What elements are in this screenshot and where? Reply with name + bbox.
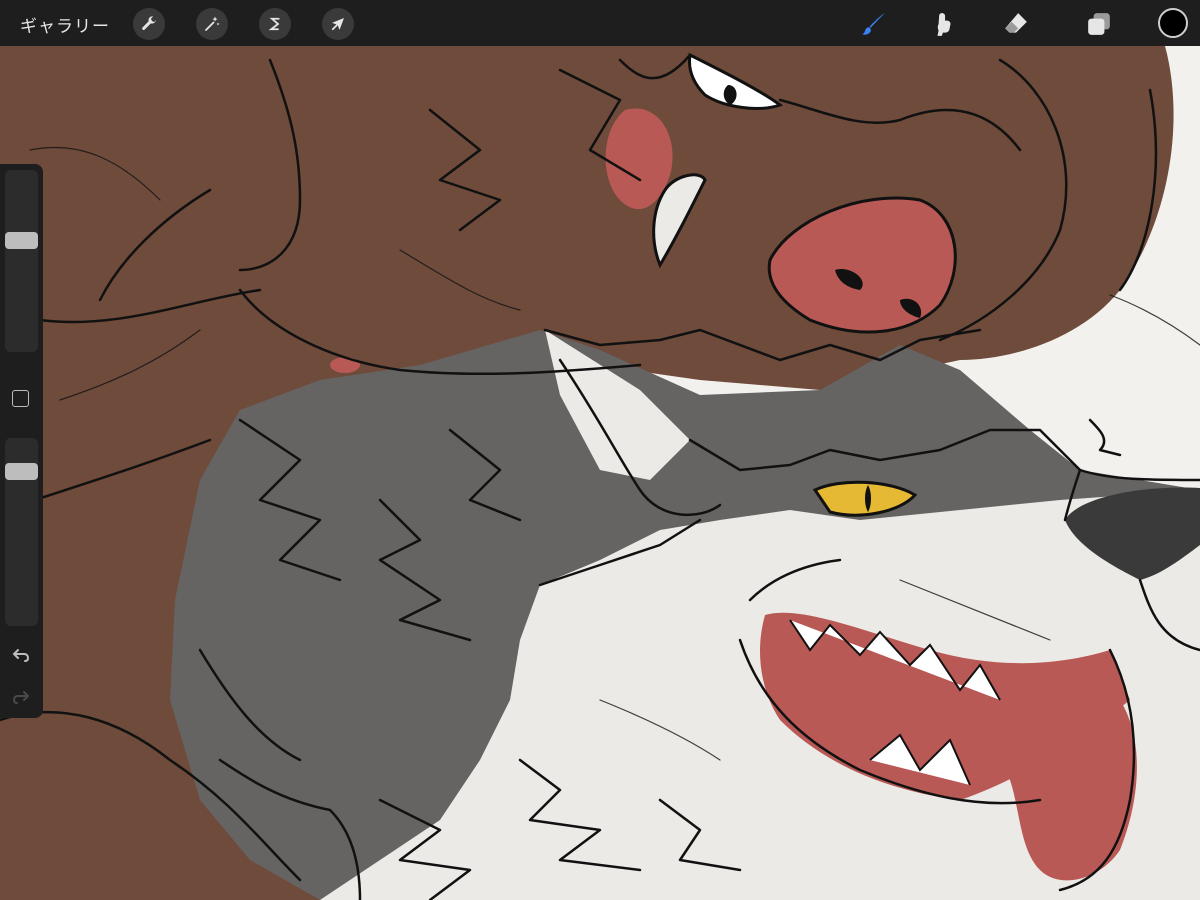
layers-button[interactable] (1083, 8, 1115, 40)
gallery-button[interactable]: ギャラリー (20, 12, 110, 37)
opacity-thumb[interactable] (5, 463, 38, 481)
adjustments-button[interactable] (196, 8, 228, 40)
redo-button[interactable] (9, 684, 33, 708)
magic-wand-icon (205, 16, 220, 31)
redo-arrow-icon (12, 691, 30, 704)
brush-icon (862, 13, 885, 35)
color-picker-swatch[interactable] (1158, 8, 1188, 38)
brush-tool-button[interactable] (858, 8, 890, 40)
brush-size-slider[interactable] (5, 170, 38, 352)
layers-icon (1088, 13, 1110, 35)
smudge-tool-button[interactable] (928, 8, 960, 40)
brush-size-thumb[interactable] (5, 232, 38, 250)
arrow-cursor-icon (331, 18, 344, 31)
transform-button[interactable] (322, 8, 354, 40)
opacity-slider[interactable] (5, 438, 38, 626)
undo-arrow-icon (12, 649, 30, 662)
eraser-icon (1005, 13, 1027, 33)
modify-button[interactable] (12, 390, 29, 407)
artwork (0, 46, 1200, 900)
left-sidebar (0, 164, 43, 718)
selection-s-icon (268, 17, 280, 31)
actions-button[interactable] (133, 8, 165, 40)
eraser-tool-button[interactable] (1000, 8, 1032, 40)
drawing-canvas[interactable] (0, 46, 1200, 900)
smudge-finger-icon (937, 13, 951, 36)
selection-button[interactable] (259, 8, 291, 40)
undo-button[interactable] (9, 642, 33, 666)
wrench-icon (142, 16, 156, 30)
top-toolbar: ギャラリー (0, 0, 1200, 46)
